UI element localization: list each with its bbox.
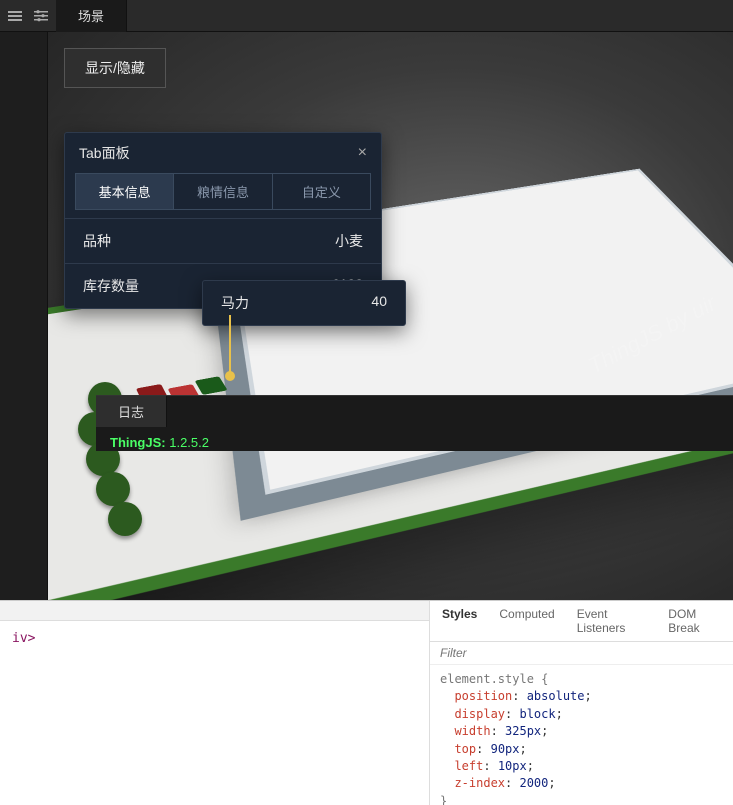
devtools-tab-styles[interactable]: Styles	[442, 607, 477, 635]
devtools-tab-event-listeners[interactable]: Event Listeners	[577, 607, 647, 635]
left-panel	[0, 32, 48, 600]
settings-icon[interactable]	[32, 7, 50, 25]
devtools-css-rules[interactable]: element.style { position: absolute; disp…	[430, 665, 733, 805]
devtools-html-tree[interactable]: iv>	[0, 621, 429, 805]
panel-title: Tab面板	[79, 143, 130, 163]
viewport-3d[interactable]: ThingJS by uir 显示/隐藏 Tab面板 × 基本信息 粮情信息 自…	[48, 32, 733, 600]
devtools-elements-toolbar	[0, 601, 429, 621]
row-value: 40	[371, 293, 387, 313]
log-line: ThingJS: 1.2.5.2	[96, 427, 733, 458]
log-tab[interactable]: 日志	[96, 396, 167, 427]
log-bar: 日志 ThingJS: 1.2.5.2	[96, 395, 733, 451]
devtools-styles-tabs: Styles Computed Event Listeners DOM Brea…	[430, 601, 733, 642]
close-icon[interactable]: ×	[358, 144, 367, 162]
menu-icon[interactable]	[6, 7, 24, 25]
tab-custom[interactable]: 自定义	[273, 173, 371, 210]
row-label: 库存数量	[83, 276, 139, 296]
devtools-panel: iv> Styles Computed Event Listeners DOM …	[0, 600, 733, 805]
panel-tabs: 基本信息 粮情信息 自定义	[65, 173, 381, 218]
devtools-filter-input[interactable]	[440, 646, 723, 660]
row-label: 马力	[221, 293, 249, 313]
row-label: 品种	[83, 231, 111, 251]
scene-tab[interactable]: 场景	[56, 0, 127, 32]
pin-line	[229, 315, 231, 373]
panel-row: 品种 小麦	[65, 219, 381, 264]
tab-basic-info[interactable]: 基本信息	[75, 173, 174, 210]
info-panel-small: 马力 40	[202, 280, 406, 326]
show-hide-button[interactable]: 显示/隐藏	[64, 48, 166, 88]
top-bar: 场景	[0, 0, 733, 32]
tab-grain-info[interactable]: 粮情信息	[174, 173, 272, 210]
devtools-tab-dom-breakpoints[interactable]: DOM Break	[668, 607, 721, 635]
devtools-tab-computed[interactable]: Computed	[499, 607, 554, 635]
row-value: 小麦	[335, 231, 363, 251]
pin-dot-icon	[225, 371, 235, 381]
